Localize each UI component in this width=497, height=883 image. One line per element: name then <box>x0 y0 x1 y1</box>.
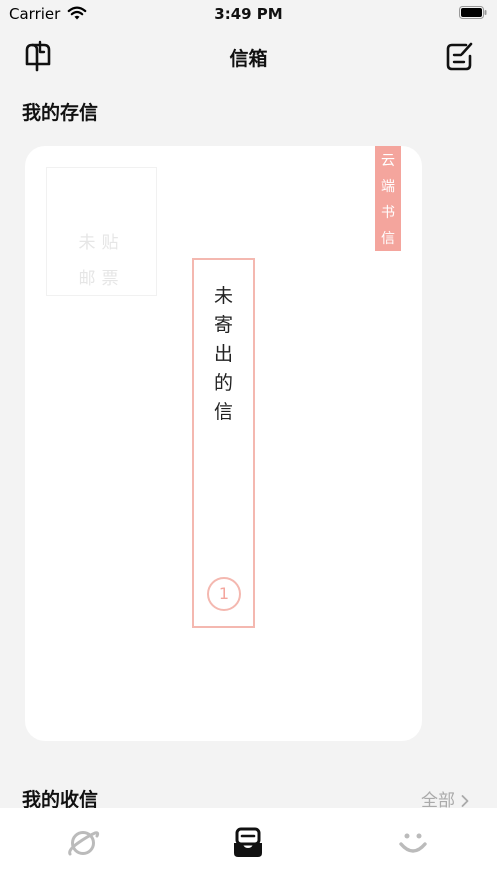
stamp-label-line-2: 邮票 <box>78 269 125 289</box>
stored-letters-heading: 我的存信 <box>22 102 99 124</box>
cloud-letter-tag: 云端书信 <box>375 146 401 251</box>
smile-icon[interactable] <box>396 826 430 860</box>
tab-bar <box>0 808 497 883</box>
clock-time: 3:49 PM <box>214 5 283 23</box>
letter-count-badge: 1 <box>207 577 241 611</box>
stamp-label-line-1: 未贴 <box>78 233 125 253</box>
status-bar: Carrier 3:49 PM <box>0 0 497 30</box>
stamp-placeholder: 未贴 邮票 <box>46 167 157 296</box>
address-label-box: 未寄出的信 1 <box>192 258 255 628</box>
planet-icon[interactable] <box>66 826 100 860</box>
page-title: 信箱 <box>229 48 268 70</box>
inbox-icon[interactable] <box>231 826 265 860</box>
letter-card[interactable]: 未贴 邮票 云端书信 未寄出的信 1 <box>25 146 422 741</box>
nav-bar: 信箱 <box>0 36 497 80</box>
chevron-right-icon <box>461 795 469 807</box>
compose-icon[interactable] <box>444 40 474 72</box>
battery-icon <box>459 6 487 19</box>
unsent-letter-label: 未寄出的信 <box>213 285 233 423</box>
